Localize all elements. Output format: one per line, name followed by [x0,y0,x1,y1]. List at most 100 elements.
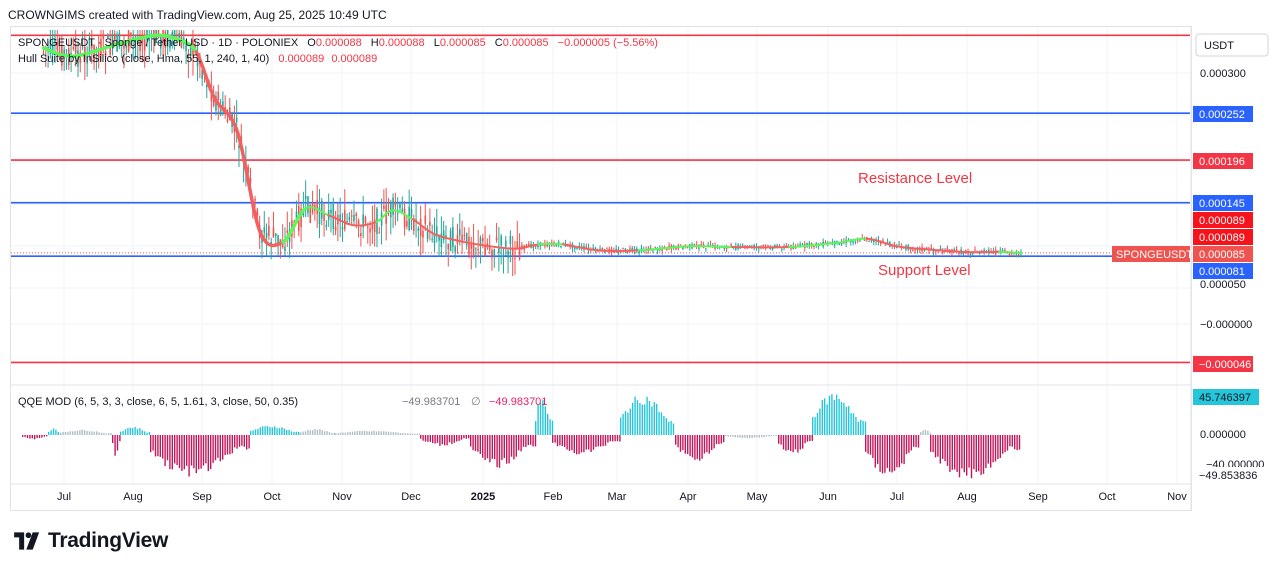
candle-body [452,226,454,247]
candle-body [654,247,657,249]
qqe-bar [814,417,816,435]
qqe-bar [568,435,571,451]
price-tag-label: 0.000252 [1199,109,1245,121]
qqe-bar [24,435,26,438]
qqe-bar [64,432,67,435]
qqe-bar [765,435,768,437]
qqe-bar [339,432,342,435]
qqe-bar [864,421,867,435]
qqe-bar [782,435,785,450]
qqe-bar [924,429,927,435]
candle-body [463,234,466,236]
qqe-bar [46,435,48,437]
qqe-bar [108,433,110,435]
qqe-bar [857,421,859,435]
qqe-bar [501,435,503,460]
qqe-bar [908,435,910,453]
qqe-bar [419,433,421,435]
qqe-bar [281,427,283,435]
qqe-bar [790,435,792,451]
candle-body [284,246,286,252]
price-tag-label: 0.000196 [1199,156,1245,168]
qqe-bar [975,435,977,472]
qqe-bar [141,430,143,435]
candle-body [431,238,433,240]
candle-body [912,249,914,251]
candle-body [801,244,804,246]
qqe-bar [411,433,414,435]
qqe-bar [195,435,197,474]
qqe-bar [585,435,587,450]
qqe-bar [43,435,45,437]
qqe-bar [898,435,900,468]
qqe-bar [159,435,161,457]
qqe-bar [723,435,725,443]
qqe-bar [684,435,686,454]
qqe-bar [436,435,439,443]
qqe-bar [262,426,264,435]
qqe-bar [843,402,845,435]
qqe-bar [619,435,621,442]
candle-body [422,231,424,238]
qqe-bar [148,432,151,435]
qqe-bar [181,435,183,471]
legend-qqe-value-1: −49.983701 [402,396,460,408]
candle-body [235,117,238,122]
qqe-bar [520,435,522,452]
qqe-bar [271,427,273,435]
qqe-bar [833,399,835,435]
qqe-bar [463,435,465,439]
qqe-bar [741,435,744,439]
qqe-bar [50,430,52,435]
candle-body [576,248,578,250]
qqe-bar [200,435,202,469]
qqe-bar [164,435,166,467]
qqe-bar [150,435,152,453]
qqe-bar [169,435,171,470]
qqe-bar [226,435,229,455]
hull-segment [997,251,1023,254]
qqe-bar [503,435,505,459]
qqe-bar [371,431,373,435]
qqe-bar [812,417,814,435]
qqe-bar [922,430,924,435]
qqe-bar [112,435,114,444]
qqe-bar [171,435,173,470]
candle-body [454,246,456,252]
candle-body [500,235,502,246]
candle-body [969,254,972,256]
qqe-bar [144,431,146,435]
time-label: May [747,491,768,503]
qqe-bar [96,431,98,435]
qqe-bar [597,435,599,447]
qqe-bar [1002,435,1004,454]
candle-body [410,208,413,217]
candle-body [509,235,512,245]
tradingview-brand[interactable]: TradingView [12,529,168,553]
qqe-bar [427,435,429,442]
candle-body [263,227,266,233]
qqe-bar [632,402,634,435]
qqe-bar [901,435,903,464]
resistance-label: Resistance Level [858,170,972,187]
hull-segment [596,249,640,253]
qqe-bar [351,431,354,435]
qqe-bar [525,435,527,448]
qqe-bar [881,435,884,474]
candle-body [824,242,827,244]
price-tag-label: 0.000085 [1199,249,1245,261]
qqe-bar [214,435,217,461]
qqe-bar [193,435,195,469]
qqe-bar [607,435,609,443]
chart-canvas[interactable]: SPONGEUSDT · Sponge / Tether USD · 1D · … [0,0,1281,571]
qqe-bar [472,435,474,451]
qqe-bar [944,435,946,462]
qqe-bar [202,435,205,466]
qqe-bar [744,435,746,438]
candle-body [978,253,981,255]
qqe-bar [737,435,739,438]
qqe-bar [670,420,672,435]
qqe-bar [359,431,361,435]
candle-body [396,212,399,215]
qqe-bar [968,435,970,468]
